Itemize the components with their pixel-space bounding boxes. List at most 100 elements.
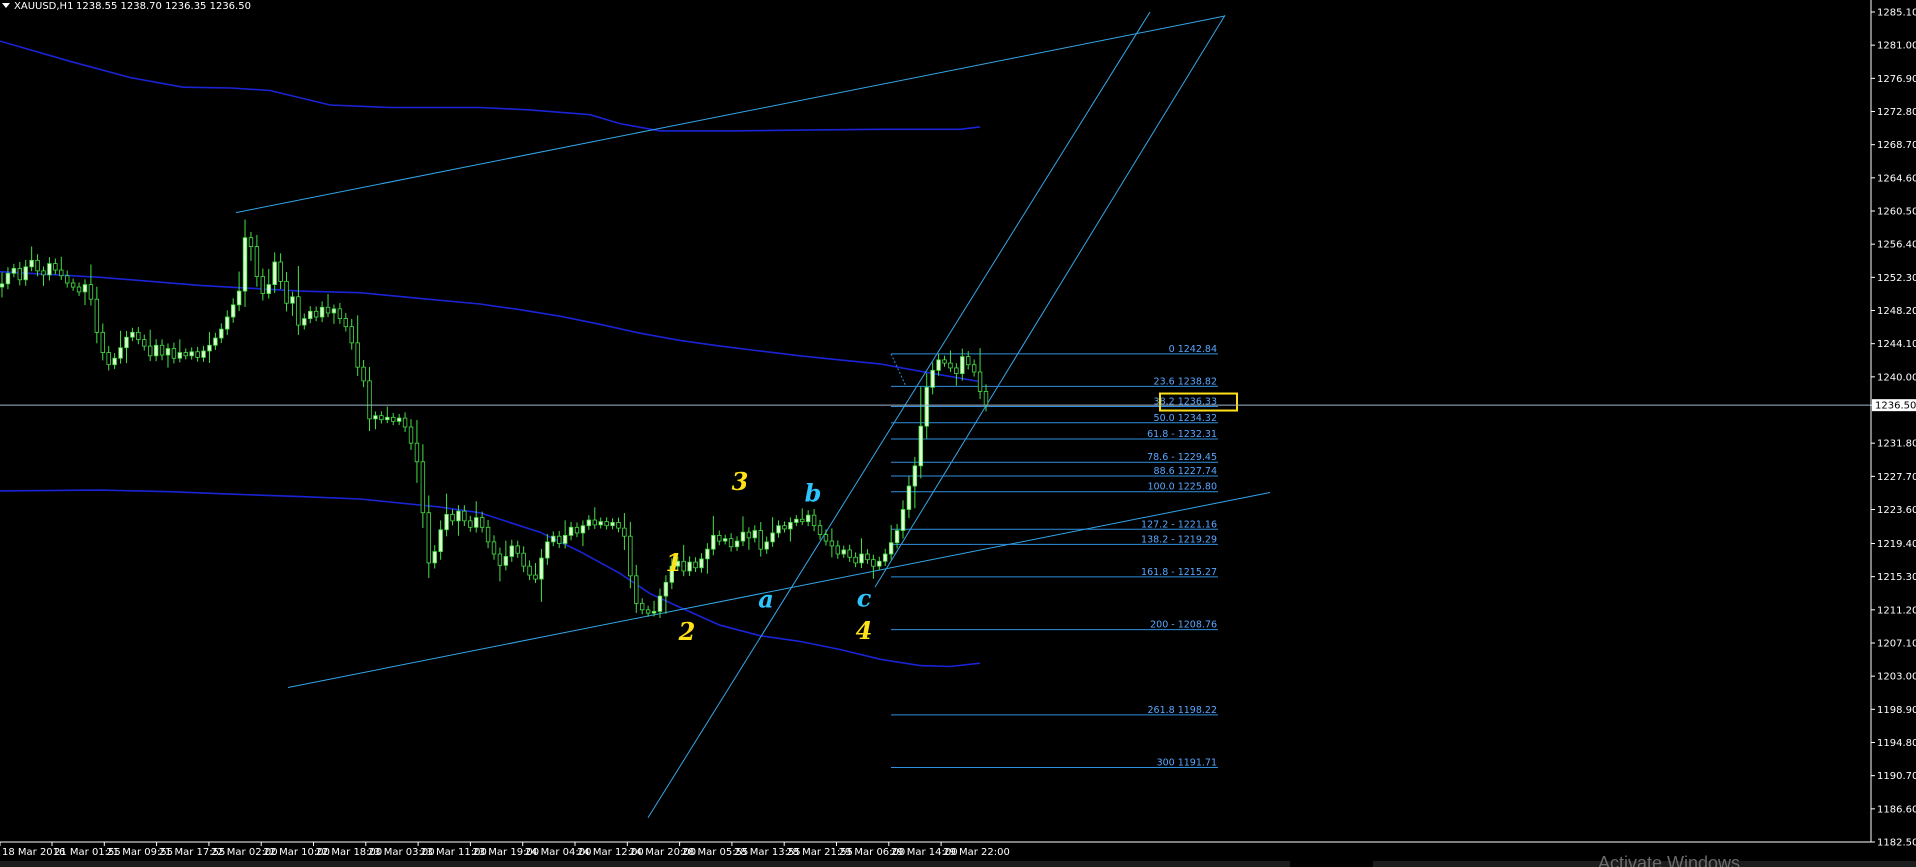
symbol-label: XAUUSD,H1 (14, 1, 73, 12)
bear-candle (871, 559, 876, 567)
bear-candle (491, 541, 497, 555)
bear-candle (835, 545, 841, 555)
bull-candle (11, 268, 17, 274)
bear-candle (361, 366, 366, 382)
bull-candle (924, 386, 929, 427)
bear-candle (971, 364, 977, 373)
bull-candle (752, 530, 758, 539)
bear-candle (983, 391, 989, 406)
bear-candle (278, 261, 283, 282)
price-tick-label: 1248.20 (1877, 306, 1916, 317)
wave-label-2: 2 (678, 617, 696, 646)
bear-candle (41, 270, 46, 276)
price-tick-label: 1223.60 (1877, 505, 1916, 516)
windows-activation-watermark: Activate Windows (1598, 853, 1740, 867)
price-tick-label: 1240.00 (1877, 372, 1916, 383)
bear-candle (355, 342, 360, 368)
bull-candle (266, 284, 271, 294)
bear-candle (977, 371, 983, 392)
bull-candle (82, 284, 88, 293)
fibonacci-level-label: 88.6 1227.74 (1154, 466, 1217, 477)
bear-candle (628, 535, 633, 577)
bear-candle (622, 527, 627, 537)
bear-candle (343, 318, 349, 328)
bull-candle (551, 535, 556, 543)
bull-candle (112, 357, 117, 366)
bear-candle (811, 514, 817, 527)
fibonacci-level-label: 300 1191.71 (1157, 757, 1217, 768)
bear-candle (479, 517, 485, 528)
bull-candle (165, 348, 171, 356)
price-tick-label: 1203.00 (1877, 672, 1916, 683)
bull-candle (474, 517, 479, 528)
bear-candle (634, 575, 639, 604)
bull-candle (722, 538, 728, 542)
bear-candle (592, 519, 597, 526)
bull-candle (509, 545, 514, 557)
bear-candle (391, 416, 396, 422)
fibonacci-level-label: 261.8 1198.22 (1147, 705, 1217, 716)
bear-candle (94, 298, 100, 333)
bear-candle (948, 362, 953, 369)
bear-candle (758, 530, 763, 550)
price-chart[interactable]: 0 1242.84 23.6 1238.82 38.2 1236.33 50.0 12… (0, 0, 1916, 867)
bull-candle (331, 308, 337, 314)
bear-candle (65, 275, 70, 284)
bear-candle (942, 359, 947, 364)
bull-candle (438, 529, 443, 552)
bear-candle (450, 513, 455, 522)
bear-candle (485, 526, 491, 543)
bull-candle (805, 514, 811, 523)
bull-candle (912, 465, 918, 487)
fibonacci-level-label: 78.6 - 1229.45 (1147, 452, 1217, 463)
bull-candle (687, 561, 692, 572)
bear-candle (639, 602, 645, 611)
price-tick-label: 1215.30 (1877, 572, 1916, 583)
fibonacci-level-label: 138.2 - 1219.29 (1141, 534, 1217, 545)
bull-candle (918, 425, 923, 467)
bull-candle (859, 553, 864, 564)
current-price-tag: 1236.50 (1872, 399, 1916, 412)
bull-candle (545, 541, 550, 559)
price-tick-label: 1207.10 (1877, 638, 1916, 649)
bear-candle (468, 520, 473, 528)
price-tick-label: 1194.80 (1877, 738, 1916, 749)
ohlc-values: 1238.55 1238.70 1236.35 1236.50 (76, 1, 251, 12)
bear-candle (521, 552, 526, 567)
fibonacci-level-label: 0 1242.84 (1169, 344, 1217, 355)
bull-candle (396, 417, 402, 422)
bull-candle (236, 290, 242, 306)
bear-candle (782, 525, 787, 530)
bull-candle (302, 318, 307, 326)
bear-candle (171, 348, 177, 359)
bull-candle (930, 369, 935, 388)
bull-candle (877, 560, 882, 567)
bull-candle (663, 581, 669, 597)
bear-candle (954, 367, 959, 375)
bear-candle (533, 574, 538, 580)
bull-candle (788, 522, 793, 530)
bear-candle (142, 339, 147, 347)
bull-candle (657, 595, 663, 612)
price-tick-label: 1256.40 (1877, 240, 1916, 251)
wave-label-1: 1 (666, 548, 683, 577)
bull-candle (444, 513, 449, 531)
bull-candle (219, 328, 224, 339)
bear-candle (497, 553, 503, 566)
bear-candle (296, 296, 301, 326)
bull-candle (432, 551, 437, 564)
bull-candle (960, 356, 965, 375)
fibonacci-level-label: 161.8 - 1215.27 (1141, 567, 1217, 578)
bull-candle (598, 521, 603, 526)
wave-label-c: c (857, 584, 872, 613)
bottom-scroll-strip (0, 861, 1290, 867)
bear-candle (59, 269, 64, 277)
price-tick-label: 1260.50 (1877, 207, 1916, 218)
bear-candle (847, 549, 852, 558)
bull-candle (734, 540, 740, 548)
wave-label-4: 4 (856, 616, 873, 645)
bull-candle (47, 263, 52, 276)
bull-candle (308, 310, 313, 319)
bear-candle (325, 306, 331, 314)
price-tick-label: 1227.70 (1877, 472, 1916, 483)
